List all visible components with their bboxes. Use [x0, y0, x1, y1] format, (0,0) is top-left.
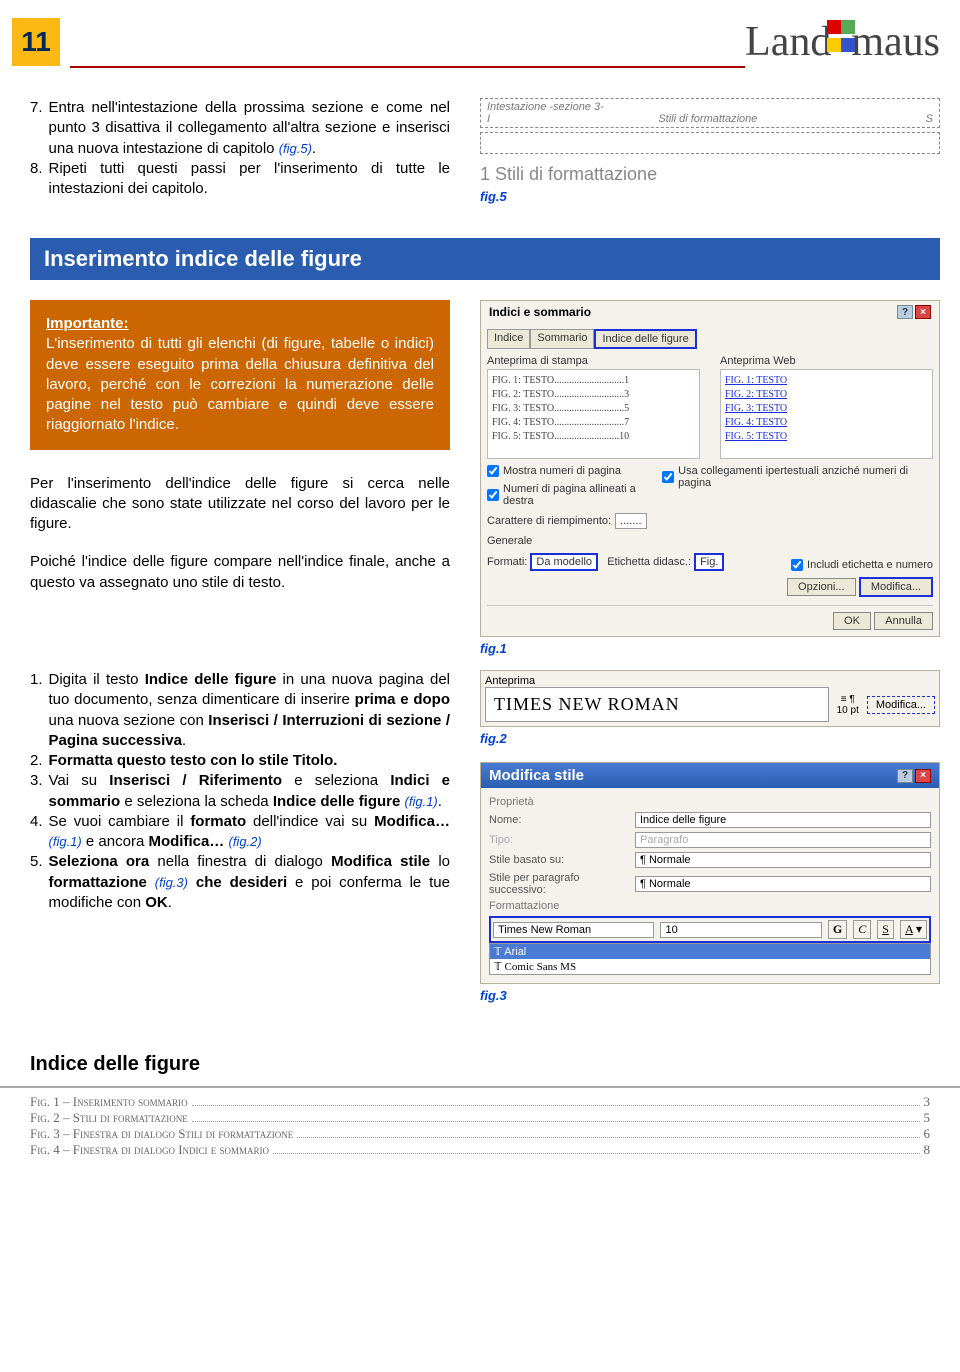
chk-show-page-numbers[interactable]	[487, 465, 499, 477]
web-preview: FIG. 1: TESTO FIG. 2: TESTO FIG. 3: TEST…	[720, 369, 933, 459]
print-preview: FIG. 1: TESTO...........................…	[487, 369, 700, 459]
logo-text-left: Land	[745, 18, 831, 66]
indice-output-list: Fig. 1 – Inserimento sommario3 Fig. 2 – …	[0, 1086, 960, 1158]
section-title: Inserimento indice delle figure	[30, 238, 940, 280]
close-icon[interactable]: ×	[915, 769, 931, 783]
etichetta-dropdown[interactable]: Fig.	[694, 553, 724, 571]
para2: Poiché l'indice delle figure compare nel…	[30, 552, 450, 593]
fill-char-dropdown[interactable]: .......	[615, 513, 646, 529]
modifica-stile-dialog: Modifica stile ?× Proprietà Nome:Indice …	[480, 762, 940, 984]
figure-5: Intestazione -sezione 3- I Stili di form…	[480, 98, 940, 204]
fig1-label: fig.1	[480, 641, 940, 656]
tipo-field: Paragrafo	[635, 832, 931, 848]
underline-button[interactable]: S	[877, 920, 894, 939]
font-dropdown[interactable]: Times New Roman	[493, 922, 654, 938]
font-color-button[interactable]: A ▾	[900, 920, 927, 939]
chk-include-label[interactable]	[791, 559, 803, 571]
ok-button[interactable]: OK	[833, 612, 871, 630]
page-header: 11 Land maus	[0, 0, 960, 68]
intro-list: 7. Entra nell'intestazione della prossim…	[30, 98, 450, 204]
close-icon[interactable]: ×	[915, 305, 931, 319]
steps-list: 1. Digita il testo Indice delle figure i…	[30, 670, 450, 1003]
fig3-label: fig.3	[480, 988, 940, 1003]
successivo-dropdown[interactable]: ¶ Normale	[635, 876, 931, 892]
size-field[interactable]: 10	[660, 922, 821, 938]
basato-dropdown[interactable]: ¶ Normale	[635, 852, 931, 868]
help-icon[interactable]: ?	[897, 769, 913, 783]
font-sample: TIMES NEW ROMAN	[485, 687, 829, 722]
logo-text-right: maus	[851, 18, 940, 66]
logo-swatches	[827, 20, 855, 56]
chk-right-align-numbers[interactable]	[487, 489, 499, 501]
chk-use-hyperlinks[interactable]	[662, 471, 674, 483]
formati-dropdown[interactable]: Da modello	[530, 553, 598, 571]
italic-button[interactable]: C	[853, 920, 871, 939]
annulla-button[interactable]: Annulla	[874, 612, 933, 630]
anteprima-panel: Anteprima TIMES NEW ROMAN ≡ ¶ 10 pt Modi…	[480, 670, 940, 727]
tab-indice-figure[interactable]: Indice delle figure	[594, 329, 696, 349]
fig5-label: fig.5	[480, 189, 940, 204]
indici-sommario-dialog: Indici e sommario ?× Indice Sommario Ind…	[480, 300, 940, 637]
header-rule	[70, 66, 745, 68]
bold-button[interactable]: G	[828, 920, 847, 939]
page-number: 11	[12, 18, 60, 66]
para1: Per l'inserimento dell'indice delle figu…	[30, 474, 450, 535]
modifica-button[interactable]: Modifica...	[859, 577, 933, 597]
indice-output-title: Indice delle figure	[30, 1053, 960, 1076]
help-icon[interactable]: ?	[897, 305, 913, 319]
tab-sommario[interactable]: Sommario	[530, 329, 594, 349]
nome-field[interactable]: Indice delle figure	[635, 812, 931, 828]
opzioni-button[interactable]: Opzioni...	[787, 578, 855, 596]
font-dropdown-list[interactable]: 𝕋 Arial 𝕋 Comic Sans MS	[489, 943, 931, 975]
logo: Land maus	[745, 18, 940, 66]
tab-indice[interactable]: Indice	[487, 329, 530, 349]
fig2-label: fig.2	[480, 731, 940, 746]
important-box: Importante: L'inserimento di tutti gli e…	[30, 300, 450, 450]
anteprima-modifica-button[interactable]: Modifica...	[867, 696, 935, 714]
